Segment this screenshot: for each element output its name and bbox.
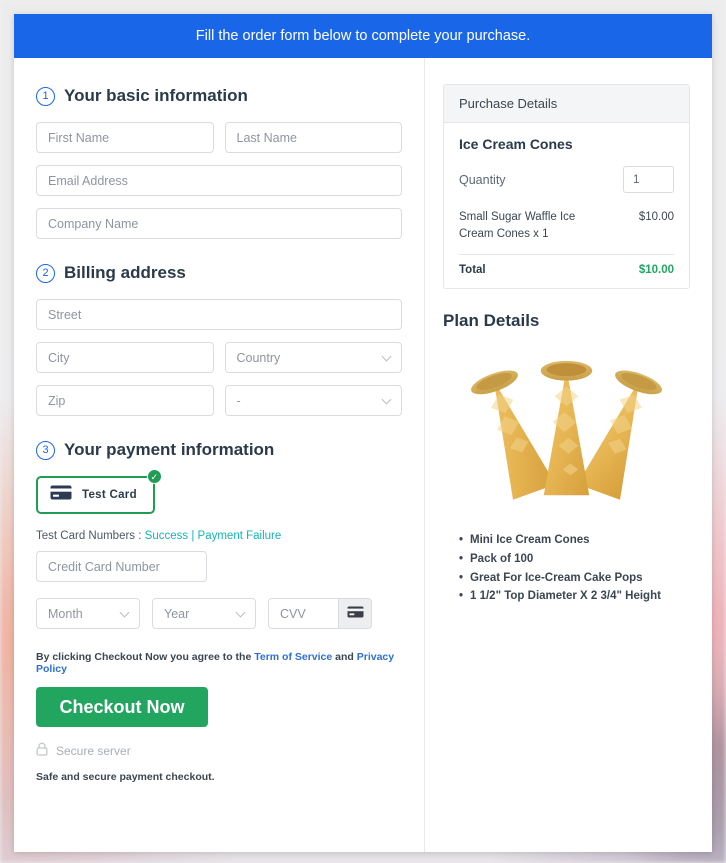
safe-note: Safe and secure payment checkout. xyxy=(36,771,215,783)
checkout-button[interactable]: Checkout Now xyxy=(36,687,208,727)
expiry-year-select[interactable]: Year xyxy=(152,598,256,629)
chevron-down-icon xyxy=(235,607,246,618)
line-item-description: Small Sugar Waffle Ice Cream Cones x 1 xyxy=(459,211,576,240)
company-input[interactable]: Company Name xyxy=(36,208,402,239)
total-row: Total $10.00 xyxy=(459,264,674,276)
secure-server-row: Secure server xyxy=(36,742,402,759)
step-3-number: 3 xyxy=(36,440,55,460)
checkout-card: Fill the order form below to complete yo… xyxy=(14,14,712,852)
chevron-down-icon xyxy=(119,607,130,618)
link-separator: | xyxy=(191,530,195,542)
zip-state-row: Zip - xyxy=(36,385,402,416)
state-select[interactable]: - xyxy=(224,385,402,416)
country-select-value: Country xyxy=(236,350,281,365)
email-row: Email Address xyxy=(36,165,402,196)
test-card-label: Test Card xyxy=(82,489,137,501)
terms-and: and xyxy=(335,651,354,663)
chevron-down-icon xyxy=(381,394,392,405)
test-card-numbers-label: Test Card Numbers : xyxy=(36,530,142,542)
credit-card-number-input[interactable]: Credit Card Number xyxy=(36,551,207,582)
purchase-details-body: Ice Cream Cones Quantity 1 Small Sugar W… xyxy=(444,123,689,288)
plan-details-title: Plan Details xyxy=(443,311,540,331)
terms-prefix: By clicking Checkout Now you agree to th… xyxy=(36,651,252,663)
line-item-row: Small Sugar Waffle Ice Cream Cones x 1 $… xyxy=(459,209,674,242)
city-input[interactable]: City xyxy=(36,342,214,373)
line-item-amount: $10.00 xyxy=(638,211,674,223)
product-image xyxy=(443,343,690,513)
secure-server-label: Secure server xyxy=(56,743,131,758)
columns: 1 Your basic information First Name Last… xyxy=(14,58,712,852)
cvv-help-button[interactable] xyxy=(339,598,372,629)
total-label: Total xyxy=(459,264,486,277)
expiry-cvv-row: Month Year CVV xyxy=(36,598,402,629)
name-row: First Name Last Name xyxy=(36,122,402,153)
test-failure-link[interactable]: Payment Failure xyxy=(198,530,282,542)
test-card-option-wrap: Test Card ✓ xyxy=(36,469,162,514)
summary-column: Purchase Details Ice Cream Cones Quantit… xyxy=(425,58,712,852)
check-circle-icon: ✓ xyxy=(146,469,162,484)
chevron-down-icon xyxy=(381,351,392,362)
terms-text: By clicking Checkout Now you agree to th… xyxy=(36,651,402,675)
list-item: Mini Ice Cream Cones xyxy=(459,531,690,550)
product-title: Ice Cream Cones xyxy=(459,136,573,152)
plan-bullet-list: Mini Ice Cream Cones Pack of 100 Great F… xyxy=(459,531,690,606)
country-select[interactable]: Country xyxy=(224,342,402,373)
form-column: 1 Your basic information First Name Last… xyxy=(14,58,425,852)
zip-input[interactable]: Zip xyxy=(36,385,214,416)
test-card-option[interactable]: Test Card xyxy=(36,476,155,514)
cvv-group: CVV xyxy=(268,598,372,629)
divider xyxy=(459,254,674,256)
email-input[interactable]: Email Address xyxy=(36,165,402,196)
credit-card-icon xyxy=(50,485,72,505)
list-item: Great For Ice-Cream Cake Pops xyxy=(459,569,690,588)
step-2-heading: 2 Billing address xyxy=(36,263,402,283)
expiry-year-value: Year xyxy=(164,606,190,621)
company-row: Company Name xyxy=(36,208,402,239)
test-success-link[interactable]: Success xyxy=(145,530,188,542)
banner: Fill the order form below to complete yo… xyxy=(14,14,712,58)
step-1-heading: 1 Your basic information xyxy=(36,86,402,106)
city-country-row: City Country xyxy=(36,342,402,373)
step-2-title: Billing address xyxy=(64,263,186,282)
purchase-details-header: Purchase Details xyxy=(444,85,689,123)
street-row: Street xyxy=(36,299,402,330)
lock-icon xyxy=(36,742,48,759)
last-name-input[interactable]: Last Name xyxy=(224,122,402,153)
total-amount: $10.00 xyxy=(638,264,674,277)
step-3-heading: 3 Your payment information xyxy=(36,440,402,460)
street-input[interactable]: Street xyxy=(36,299,402,330)
banner-text: Fill the order form below to complete yo… xyxy=(195,28,531,44)
state-select-value: - xyxy=(236,393,241,408)
page: Fill the order form below to complete yo… xyxy=(0,0,726,863)
credit-card-icon xyxy=(347,605,364,623)
cvv-input[interactable]: CVV xyxy=(268,598,339,629)
list-item: Pack of 100 xyxy=(459,550,690,569)
test-card-numbers: Test Card Numbers : Success | Payment Fa… xyxy=(36,530,402,542)
term-of-service-link[interactable]: Term of Service xyxy=(254,651,332,663)
quantity-row: Quantity 1 xyxy=(459,166,674,193)
step-1-number: 1 xyxy=(36,86,55,106)
expiry-month-value: Month xyxy=(48,606,83,621)
quantity-input[interactable]: 1 xyxy=(623,166,674,193)
first-name-input[interactable]: First Name xyxy=(36,122,214,153)
quantity-label: Quantity xyxy=(459,172,506,187)
step-2-number: 2 xyxy=(36,263,55,283)
purchase-details-panel: Purchase Details Ice Cream Cones Quantit… xyxy=(443,84,690,290)
step-3-title: Your payment information xyxy=(64,440,275,459)
step-1-title: Your basic information xyxy=(64,86,248,105)
expiry-month-select[interactable]: Month xyxy=(36,598,140,629)
list-item: 1 1/2" Top Diameter X 2 3/4" Height xyxy=(459,587,690,606)
